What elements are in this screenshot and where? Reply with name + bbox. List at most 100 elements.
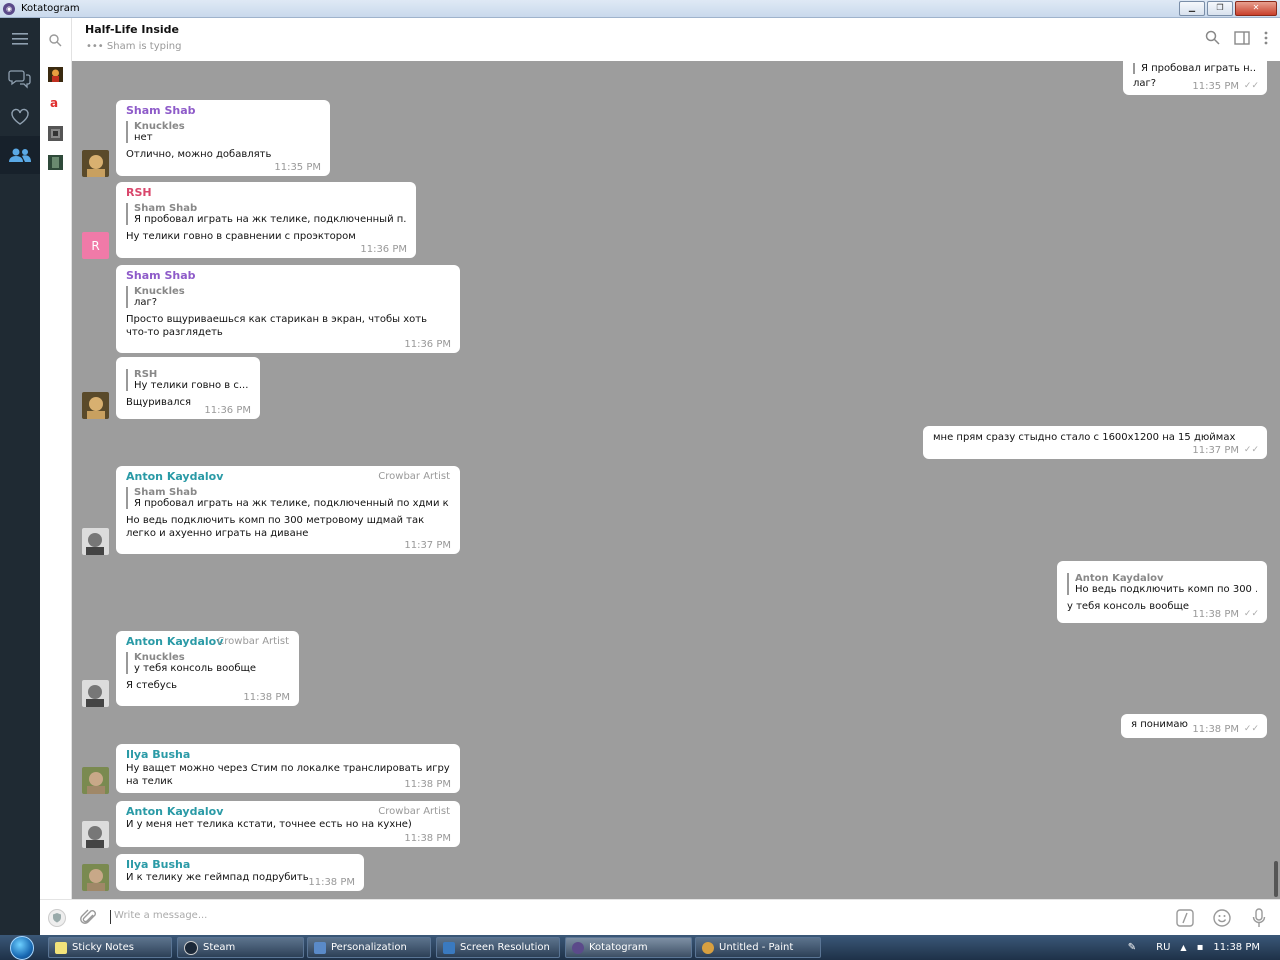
- paperclip-icon: [80, 909, 96, 924]
- taskbar-item-steam[interactable]: Steam: [177, 937, 304, 958]
- message-bubble-outgoing[interactable]: я понимаю 11:38 PM ✓✓: [1121, 714, 1267, 738]
- voice-button[interactable]: [1252, 908, 1266, 931]
- avatar-image: [82, 821, 109, 848]
- message-bubble-incoming[interactable]: Sham Shab Knuckles нет Отлично, можно до…: [116, 100, 330, 176]
- sender-name[interactable]: Ilya Busha: [126, 858, 354, 871]
- avatar[interactable]: [82, 150, 109, 177]
- message-bubble-outgoing[interactable]: Я пробовал играть н... лаг? 11:35 PM ✓✓: [1123, 61, 1267, 95]
- message-text: Отлично, можно добавлять: [126, 149, 272, 160]
- avatar[interactable]: [82, 864, 109, 891]
- sender-name[interactable]: Sham Shab: [126, 104, 320, 117]
- reply-quote[interactable]: Sham Shab Я пробовал играть на жк телике…: [126, 203, 406, 225]
- microphone-icon: [1252, 908, 1266, 927]
- reply-author: Knuckles: [134, 286, 185, 297]
- message-time: 11:38 PM: [404, 779, 451, 790]
- window-titlebar: ◉ Kotatogram ▁ ❐ ✕: [0, 0, 1280, 18]
- sender-name[interactable]: Ilya Busha: [126, 748, 450, 761]
- message-bubble-incoming[interactable]: RSH Sham Shab Я пробовал играть на жк те…: [116, 182, 416, 258]
- reply-quote[interactable]: Я пробовал играть н...: [1133, 63, 1257, 74]
- taskbar-item-label: Steam: [203, 942, 236, 953]
- avatar[interactable]: [82, 528, 109, 555]
- message-time: 11:38 PM: [1192, 724, 1239, 735]
- reply-quote[interactable]: Knuckles лаг?: [126, 286, 450, 308]
- reply-quote[interactable]: Sham Shab Я пробовал играть на жк телике…: [126, 487, 450, 509]
- shield-button[interactable]: [48, 909, 66, 930]
- show-hidden-icons-icon[interactable]: ▲: [1180, 943, 1186, 952]
- reply-quote[interactable]: RSH Ну телики говно в с...: [126, 369, 250, 391]
- chat-thumb-3[interactable]: [48, 126, 63, 141]
- sender-name[interactable]: RSH: [126, 186, 406, 199]
- reply-text: Я пробовал играть на жк телике, подключе…: [134, 498, 450, 509]
- avatar[interactable]: [82, 821, 109, 848]
- reply-text: Но ведь подключить комп по 300 ...: [1075, 584, 1257, 595]
- reply-author: Sham Shab: [134, 487, 198, 498]
- chat-thumb-4[interactable]: [48, 155, 63, 170]
- message-bubble-incoming[interactable]: Ilya Busha И к телику же геймпад подруби…: [116, 854, 364, 891]
- chat-list-column: a: [40, 18, 72, 935]
- search-icon[interactable]: [1205, 30, 1220, 45]
- message-time: 11:38 PM: [1192, 609, 1239, 620]
- minimize-button[interactable]: ▁: [1179, 1, 1205, 16]
- folder-groups[interactable]: [0, 136, 40, 174]
- message-input[interactable]: Write a message...: [114, 910, 207, 921]
- taskbar-item-label: Screen Resolution: [460, 942, 550, 953]
- chat-thumb-1[interactable]: [48, 67, 63, 82]
- chat-thumb-2[interactable]: a: [48, 96, 63, 111]
- double-check-icon: ✓✓: [1243, 445, 1259, 455]
- message-bubble-outgoing[interactable]: мне прям сразу стыдно стало с 1600х1200 …: [923, 426, 1267, 459]
- avatar[interactable]: [82, 392, 109, 419]
- taskbar-item-paint[interactable]: Untitled - Paint: [695, 937, 821, 958]
- avatar[interactable]: [82, 767, 109, 794]
- sticky-notes-icon: [55, 941, 67, 954]
- message-bubble-incoming[interactable]: Anton Kaydalov Crowbar Artist Knuckles у…: [116, 631, 299, 706]
- search-button[interactable]: [40, 22, 71, 58]
- text-caret: [110, 910, 111, 924]
- taskbar-item-personalization[interactable]: Personalization: [307, 937, 431, 958]
- reply-author: Knuckles: [134, 121, 185, 132]
- scrollbar-thumb[interactable]: [1274, 861, 1278, 897]
- message-text: Ну телики говно в сравнении с проэктором: [126, 231, 356, 242]
- taskbar-item-sticky-notes[interactable]: Sticky Notes: [48, 937, 172, 958]
- folder-favorites[interactable]: [0, 98, 40, 136]
- window-controls: ▁ ❐ ✕: [1179, 1, 1277, 16]
- taskbar-item-kotatogram[interactable]: Kotatogram: [565, 937, 692, 958]
- start-button[interactable]: [4, 935, 40, 960]
- commands-button[interactable]: [1176, 909, 1194, 930]
- message-time: 11:37 PM: [404, 540, 451, 551]
- pen-tray-icon[interactable]: ✎: [1128, 942, 1136, 953]
- reply-author: Sham Shab: [134, 203, 198, 214]
- language-indicator[interactable]: RU: [1156, 942, 1170, 953]
- avatar[interactable]: [82, 680, 109, 707]
- attach-button[interactable]: [80, 909, 98, 930]
- hamburger-icon: [12, 33, 28, 45]
- sender-name[interactable]: Sham Shab: [126, 269, 450, 282]
- message-time: 11:35 PM: [1192, 81, 1239, 92]
- message-time: 11:37 PM: [1192, 445, 1239, 456]
- chat-title[interactable]: Half-Life Inside: [85, 23, 179, 36]
- message-bubble-incoming[interactable]: Anton Kaydalov Crowbar Artist И у меня н…: [116, 801, 460, 847]
- reply-author: RSH: [134, 369, 158, 380]
- people-icon: [9, 148, 31, 162]
- message-text: Просто вщуриваешься как старикан в экран…: [126, 314, 427, 338]
- menu-button[interactable]: [0, 20, 40, 58]
- close-button[interactable]: ✕: [1235, 1, 1277, 16]
- clock[interactable]: 11:38 PM: [1213, 942, 1260, 953]
- maximize-button[interactable]: ❐: [1207, 1, 1233, 16]
- message-bubble-incoming[interactable]: RSH Ну телики говно в с... Вщуривался 11…: [116, 357, 260, 419]
- message-bubble-incoming[interactable]: Ilya Busha Ну ващет можно через Стим по …: [116, 744, 460, 793]
- message-bubble-incoming[interactable]: Anton Kaydalov Crowbar Artist Sham Shab …: [116, 466, 460, 554]
- sidebar-toggle-icon[interactable]: [1234, 30, 1250, 45]
- folder-all-chats[interactable]: [0, 60, 40, 98]
- avatar-letter[interactable]: R: [82, 232, 109, 259]
- message-bubble-outgoing[interactable]: Anton Kaydalov Но ведь подключить комп п…: [1057, 561, 1267, 623]
- reply-quote[interactable]: Anton Kaydalov Но ведь подключить комп п…: [1067, 573, 1257, 595]
- taskbar-item-screen-resolution[interactable]: Screen Resolution: [436, 937, 560, 958]
- message-bubble-incoming[interactable]: Sham Shab Knuckles лаг? Просто вщуриваеш…: [116, 265, 460, 353]
- reply-quote[interactable]: Knuckles нет: [126, 121, 320, 143]
- reply-quote[interactable]: Knuckles у тебя консоль вообще: [126, 652, 289, 674]
- windows-taskbar: Sticky Notes Steam Personalization Scree…: [0, 935, 1280, 960]
- more-icon[interactable]: [1264, 31, 1268, 45]
- emoji-button[interactable]: [1213, 909, 1231, 930]
- volume-icon[interactable]: ▪: [1197, 942, 1204, 953]
- message-list[interactable]: Я пробовал играть н... лаг? 11:35 PM ✓✓ …: [72, 61, 1280, 899]
